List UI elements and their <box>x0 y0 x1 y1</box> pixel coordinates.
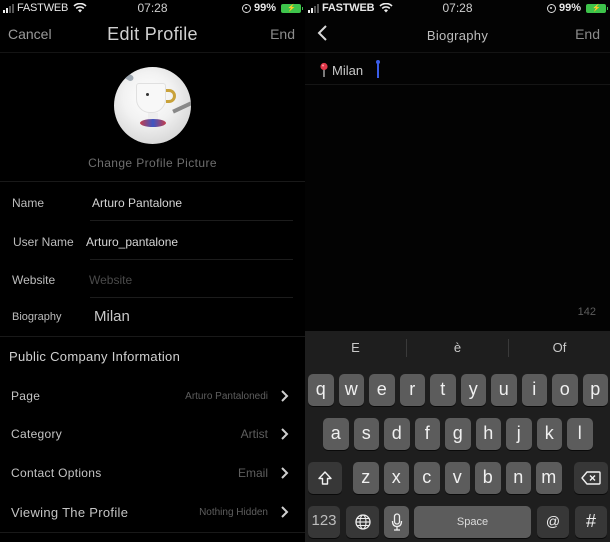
website-label: Website <box>12 273 56 287</box>
key-u[interactable]: u <box>491 374 517 406</box>
page-value: Arturo Pantalonedi <box>185 391 268 402</box>
end-button[interactable]: End <box>270 26 295 42</box>
name-input[interactable]: Arturo Pantalone <box>92 196 182 210</box>
key-v[interactable]: v <box>444 462 470 494</box>
biography-field-row: Biography Milan <box>0 298 305 336</box>
key-j[interactable]: j <box>506 418 532 450</box>
username-input[interactable]: Arturo_pantalone <box>86 235 178 249</box>
end-button[interactable]: End <box>575 26 600 42</box>
name-field-row: Name Arturo Pantalone <box>0 183 305 221</box>
website-input[interactable]: Website <box>89 273 132 287</box>
viewing-profile-value: Nothing Hidden <box>199 507 268 518</box>
status-bar: FASTWEB 07:28 99% ⚡ <box>0 0 305 17</box>
key-d[interactable]: d <box>384 418 410 450</box>
shift-icon <box>318 471 332 485</box>
text-cursor <box>376 60 380 78</box>
viewing-profile-label: Viewing The Profile <box>11 505 129 520</box>
category-value: Artist <box>240 427 268 441</box>
key-g[interactable]: g <box>445 418 471 450</box>
divider <box>0 181 305 182</box>
key-p[interactable]: p <box>582 374 608 406</box>
round-pushpin-icon <box>320 62 328 77</box>
viewing-profile-row[interactable]: Viewing The Profile Nothing Hidden <box>0 494 305 530</box>
chevron-right-icon <box>281 428 289 440</box>
key-m[interactable]: m <box>536 462 562 494</box>
key-y[interactable]: y <box>460 374 486 406</box>
key-e[interactable]: e <box>369 374 395 406</box>
divider <box>0 336 305 337</box>
backspace-key[interactable] <box>574 462 608 494</box>
key-q[interactable]: q <box>308 374 334 406</box>
hash-key[interactable]: # <box>575 506 607 538</box>
key-w[interactable]: w <box>338 374 364 406</box>
key-r[interactable]: r <box>399 374 425 406</box>
key-b[interactable]: b <box>475 462 501 494</box>
divider <box>0 532 305 533</box>
battery-icon: ⚡ <box>586 3 608 13</box>
battery-percent: 99% <box>558 2 581 14</box>
key-c[interactable]: c <box>414 462 440 494</box>
microphone-icon <box>391 513 402 531</box>
key-z[interactable]: z <box>353 462 379 494</box>
numbers-key[interactable]: 123 <box>308 506 340 538</box>
key-i[interactable]: i <box>521 374 547 406</box>
key-l[interactable]: l <box>567 418 593 450</box>
biography-textarea[interactable]: Milan <box>305 53 610 85</box>
change-profile-picture-link[interactable]: Change Profile Picture <box>0 156 305 170</box>
space-key[interactable]: Space <box>414 506 531 538</box>
suggestion-item[interactable]: è <box>407 331 508 364</box>
battery-percent: 99% <box>253 2 276 14</box>
suggestion-bar: E è Of <box>305 331 610 364</box>
biography-navbar: Biography End <box>305 17 610 53</box>
section-title: Public Company Information <box>9 349 181 364</box>
key-t[interactable]: t <box>430 374 456 406</box>
key-x[interactable]: x <box>383 462 409 494</box>
key-n[interactable]: n <box>505 462 531 494</box>
username-field-row: User Name Arturo_pantalone <box>0 222 305 260</box>
suggestion-item[interactable]: E <box>305 331 406 364</box>
orientation-lock-icon <box>546 3 556 13</box>
contact-options-label: Contact Options <box>11 466 102 480</box>
chevron-right-icon <box>281 506 289 518</box>
key-h[interactable]: h <box>475 418 501 450</box>
status-bar: FASTWEB 07:28 99% ⚡ <box>305 0 610 17</box>
edit-profile-screen: FASTWEB 07:28 99% ⚡ Cancel Edit Profile … <box>0 0 305 542</box>
key-a[interactable]: a <box>323 418 349 450</box>
globe-icon <box>354 514 371 530</box>
chevron-right-icon <box>281 390 289 402</box>
page-title: Edit Profile <box>107 24 198 44</box>
category-label: Category <box>11 427 63 441</box>
category-row[interactable]: Category Artist <box>0 416 305 452</box>
page-row[interactable]: Page Arturo Pantalonedi <box>0 378 305 414</box>
page-title: Biography <box>426 28 489 43</box>
biography-screen: FASTWEB 07:28 99% ⚡ Biography End Milan … <box>305 0 610 542</box>
biography-text: Milan <box>332 63 364 78</box>
shift-key[interactable] <box>308 462 342 494</box>
biography-label: Biography <box>12 311 62 323</box>
contact-options-value: Email <box>237 466 268 480</box>
key-s[interactable]: s <box>353 418 379 450</box>
orientation-lock-icon <box>241 3 251 13</box>
backspace-icon <box>581 471 601 485</box>
profile-picture[interactable] <box>114 67 191 144</box>
edit-profile-navbar: Cancel Edit Profile End <box>0 17 305 53</box>
battery-icon: ⚡ <box>281 3 303 13</box>
key-k[interactable]: k <box>536 418 562 450</box>
website-field-row: Website Website <box>0 260 305 298</box>
biography-input[interactable]: Milan <box>94 308 130 325</box>
key-o[interactable]: o <box>552 374 578 406</box>
name-label: Name <box>12 196 45 210</box>
key-f[interactable]: f <box>414 418 440 450</box>
dictation-key[interactable] <box>384 506 409 538</box>
character-count: 142 <box>577 306 596 318</box>
page-label: Page <box>11 389 41 403</box>
at-key[interactable]: @ <box>537 506 569 538</box>
globe-key[interactable] <box>346 506 379 538</box>
contact-options-row[interactable]: Contact Options Email <box>0 455 305 491</box>
keyboard: E è Of qwertyuiop asdfghjkl zxcvbnm 123 … <box>305 331 610 542</box>
username-label: User Name <box>13 235 74 249</box>
suggestion-item[interactable]: Of <box>509 331 610 364</box>
chevron-right-icon <box>281 467 289 479</box>
